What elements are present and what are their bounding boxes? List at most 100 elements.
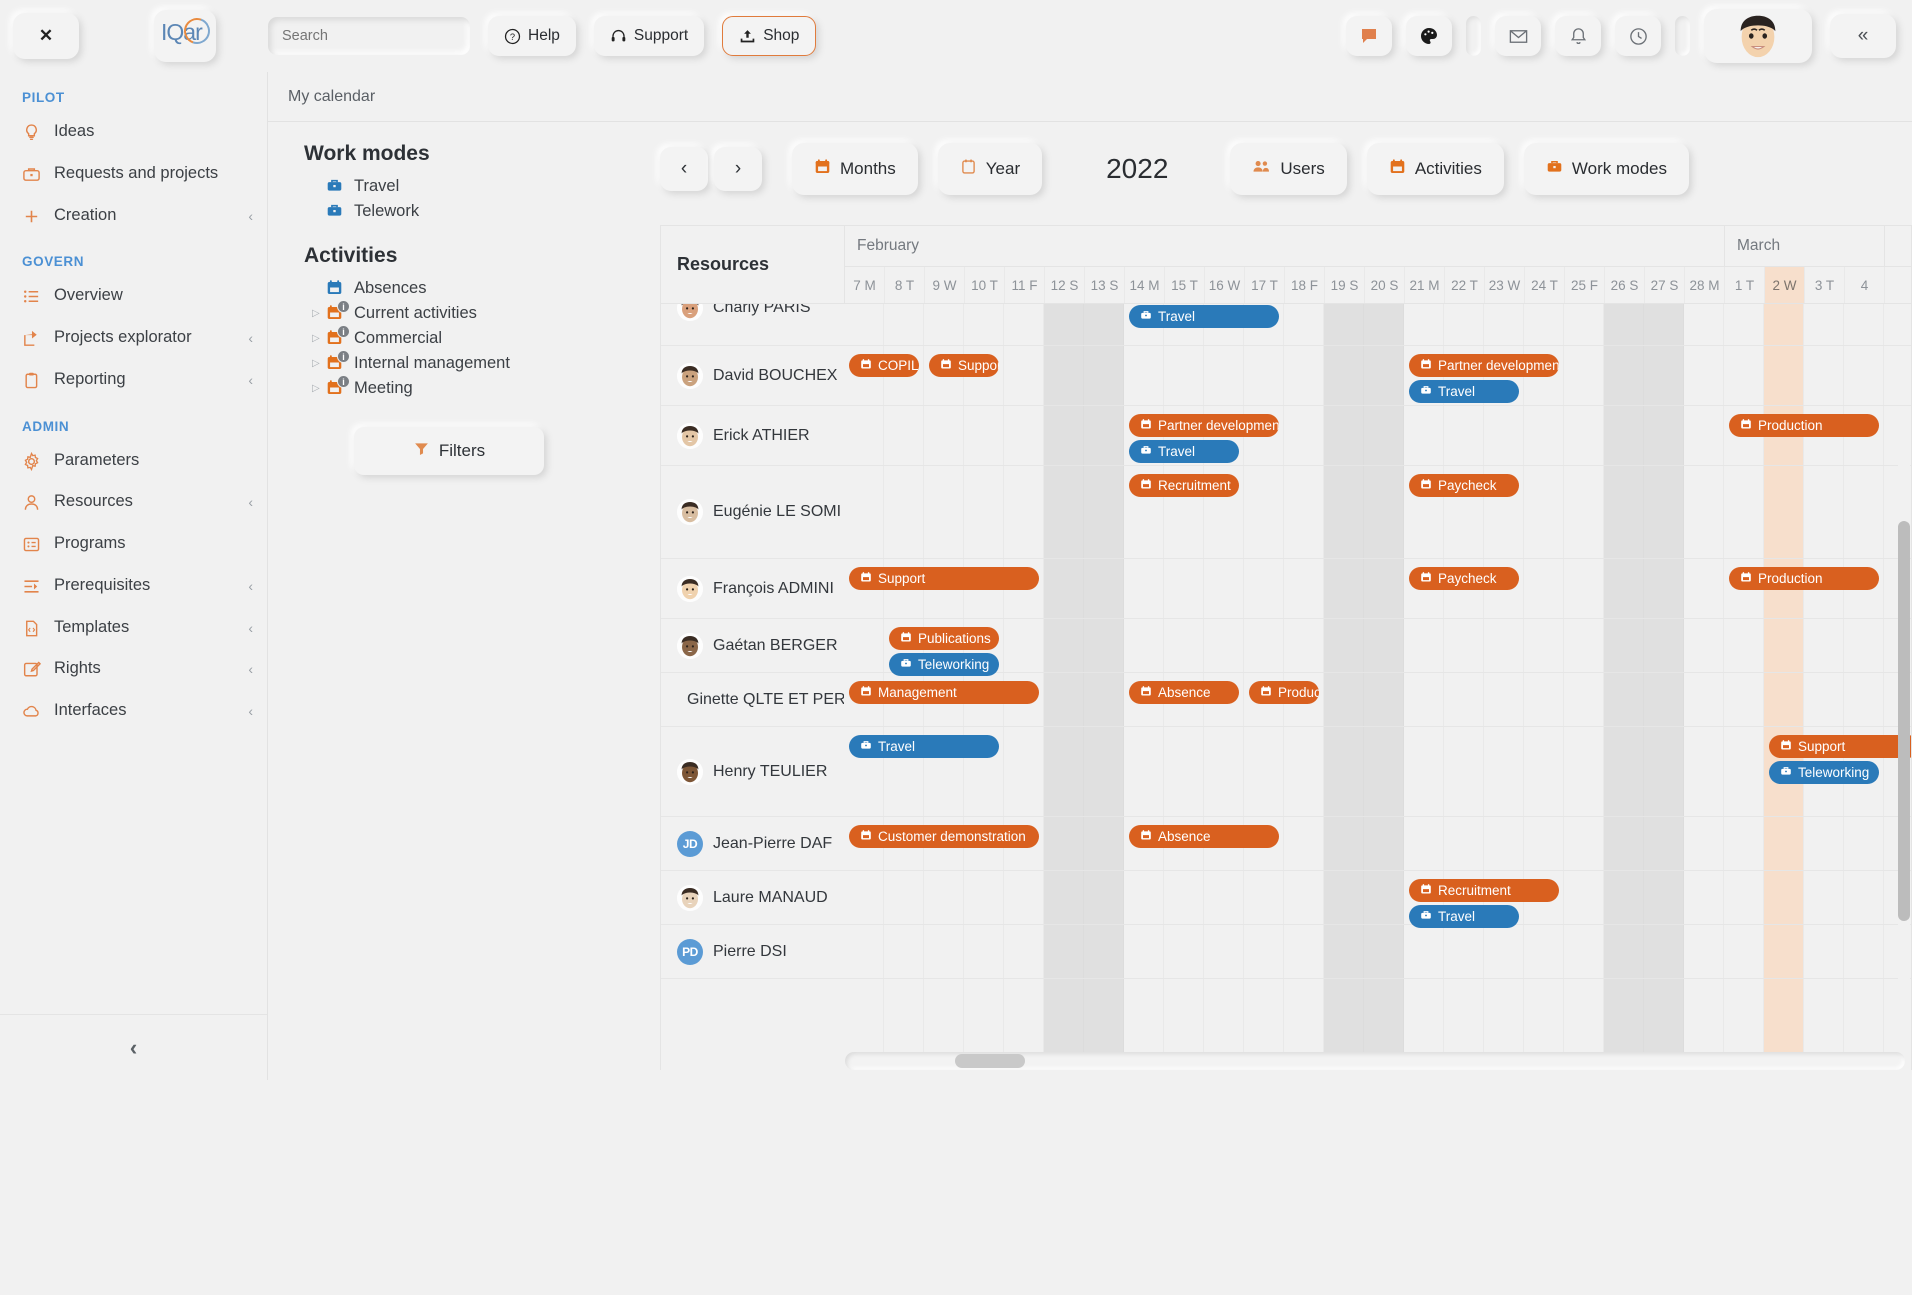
day-column[interactable]	[1644, 304, 1684, 1070]
calendar-event[interactable]: Partner development	[1129, 414, 1279, 437]
calendar-event[interactable]: Publications	[889, 627, 999, 650]
users-button[interactable]: Users	[1230, 143, 1347, 195]
avatar[interactable]	[1704, 9, 1812, 63]
day-column[interactable]	[1324, 304, 1364, 1070]
resource-row[interactable]: Henry TEULIER	[661, 727, 844, 817]
resource-row[interactable]: François ADMINI	[661, 559, 844, 619]
day-column[interactable]	[1404, 304, 1444, 1070]
chevron-left-icon[interactable]: ‹	[248, 372, 253, 388]
calendar-event[interactable]: Teleworking	[1769, 761, 1879, 784]
day-cell[interactable]: 23 W	[1485, 267, 1525, 303]
resource-row[interactable]: PD Pierre DSI	[661, 925, 844, 979]
calendar-event[interactable]: Travel	[1129, 305, 1279, 328]
calendar-event[interactable]: Absence	[1129, 681, 1239, 704]
resource-row[interactable]: Eugénie LE SOMI	[661, 466, 844, 559]
calendar-event[interactable]: COPIL	[849, 354, 919, 377]
day-cell[interactable]: 20 S	[1365, 267, 1405, 303]
calendar-event[interactable]: Recruitment	[1409, 879, 1559, 902]
day-cell[interactable]: 24 T	[1525, 267, 1565, 303]
next-period-button[interactable]: ›	[714, 147, 762, 191]
calendar-event[interactable]: Customer demonstration	[849, 825, 1039, 848]
sidebar-collapse-icon[interactable]: ‹	[130, 1035, 137, 1061]
support-button[interactable]: Support	[593, 16, 705, 56]
calendar-event[interactable]: Production	[1729, 414, 1879, 437]
day-cell[interactable]: 7 M	[845, 267, 885, 303]
calendar-event[interactable]: Paycheck	[1409, 567, 1519, 590]
chevron-left-icon[interactable]: ‹	[248, 330, 253, 346]
activity-internal-management[interactable]: ▷ i Internal management	[290, 350, 570, 376]
day-cell[interactable]: 9 W	[925, 267, 965, 303]
sidebar-item-requests-and-projects[interactable]: Requests and projects	[0, 153, 267, 195]
chevron-left-icon[interactable]: ‹	[248, 578, 253, 594]
day-cell[interactable]: 3 T	[1805, 267, 1845, 303]
filters-button[interactable]: Filters	[354, 427, 544, 475]
resource-row[interactable]: Gaétan BERGER	[661, 619, 844, 673]
chevron-left-icon[interactable]: ‹	[248, 494, 253, 510]
day-cell[interactable]: 8 T	[885, 267, 925, 303]
day-cell[interactable]: 28 M	[1685, 267, 1725, 303]
resource-row[interactable]: Laure MANAUD	[661, 871, 844, 925]
calendar-event[interactable]: Support	[929, 354, 999, 377]
clock-icon[interactable]	[1615, 16, 1661, 56]
sidebar-item-ideas[interactable]: Ideas	[0, 111, 267, 153]
sidebar-item-projects-explorator[interactable]: Projects explorator ‹	[0, 317, 267, 359]
resource-row[interactable]: David BOUCHEX	[661, 346, 844, 406]
sidebar-item-parameters[interactable]: Parameters	[0, 440, 267, 482]
day-cell[interactable]: 4	[1845, 267, 1885, 303]
work-mode-travel[interactable]: Travel	[290, 174, 570, 199]
calendar-event[interactable]: Teleworking	[889, 653, 999, 676]
work-modes-button[interactable]: Work modes	[1523, 143, 1689, 195]
day-column[interactable]	[1084, 304, 1124, 1070]
months-view-button[interactable]: Months	[792, 143, 918, 195]
calendar-event[interactable]: Support	[849, 567, 1039, 590]
activities-button[interactable]: Activities	[1366, 143, 1504, 195]
day-cell[interactable]: 21 M	[1405, 267, 1445, 303]
activity-commercial[interactable]: ▷ i Commercial	[290, 325, 570, 351]
collapse-topbar-button[interactable]: «	[1830, 14, 1896, 58]
calendar-event[interactable]: Paycheck	[1409, 474, 1519, 497]
resource-row[interactable]: Charly PARIS	[661, 304, 844, 346]
day-cell[interactable]: 18 F	[1285, 267, 1325, 303]
day-column[interactable]	[1564, 304, 1604, 1070]
help-button[interactable]: ? Help	[488, 16, 576, 56]
mail-icon[interactable]	[1495, 16, 1541, 56]
app-logo[interactable]: IQar	[154, 10, 216, 62]
palette-icon[interactable]	[1406, 16, 1452, 56]
chevron-left-icon[interactable]: ‹	[248, 208, 253, 224]
year-view-button[interactable]: Year	[937, 143, 1043, 195]
day-cell[interactable]: 26 S	[1605, 267, 1645, 303]
calendar-event[interactable]: Management	[849, 681, 1039, 704]
sidebar-item-templates[interactable]: Templates ‹	[0, 607, 267, 649]
bell-icon[interactable]	[1555, 16, 1601, 56]
sidebar-item-reporting[interactable]: Reporting ‹	[0, 359, 267, 401]
day-cell[interactable]: 2 W	[1765, 267, 1805, 303]
sidebar-item-resources[interactable]: Resources ‹	[0, 481, 267, 523]
day-cell[interactable]: 25 F	[1565, 267, 1605, 303]
day-column[interactable]	[1364, 304, 1404, 1070]
sidebar-item-rights[interactable]: Rights ‹	[0, 648, 267, 690]
sidebar-item-prerequisites[interactable]: Prerequisites ‹	[0, 565, 267, 607]
search-input[interactable]	[282, 28, 456, 44]
day-cell[interactable]: 12 S	[1045, 267, 1085, 303]
day-cell[interactable]: 22 T	[1445, 267, 1485, 303]
activity-meeting[interactable]: ▷ i Meeting	[290, 375, 570, 401]
day-cell[interactable]: 11 F	[1005, 267, 1045, 303]
search-box[interactable]	[268, 17, 470, 55]
sidebar-item-overview[interactable]: Overview	[0, 275, 267, 317]
calendar-event[interactable]: Partner development	[1409, 354, 1559, 377]
resource-row[interactable]: Ginette QLTE ET PERF	[661, 673, 844, 727]
calendar-event[interactable]: Recruitment	[1129, 474, 1239, 497]
day-cell[interactable]: 10 T	[965, 267, 1005, 303]
expand-triangle-icon[interactable]: ▷	[312, 383, 320, 394]
calendar-event[interactable]: Support	[1769, 735, 1911, 758]
expand-triangle-icon[interactable]: ▷	[312, 333, 320, 344]
sidebar-item-creation[interactable]: Creation ‹	[0, 195, 267, 237]
day-cell[interactable]: 16 W	[1205, 267, 1245, 303]
day-cell[interactable]: 14 M	[1125, 267, 1165, 303]
prev-period-button[interactable]: ‹	[660, 147, 708, 191]
expand-triangle-icon[interactable]: ▷	[312, 358, 320, 369]
day-cell[interactable]: 15 T	[1165, 267, 1205, 303]
work-mode-telework[interactable]: Telework	[290, 199, 570, 224]
day-column[interactable]	[1444, 304, 1484, 1070]
expand-triangle-icon[interactable]: ▷	[312, 308, 320, 319]
